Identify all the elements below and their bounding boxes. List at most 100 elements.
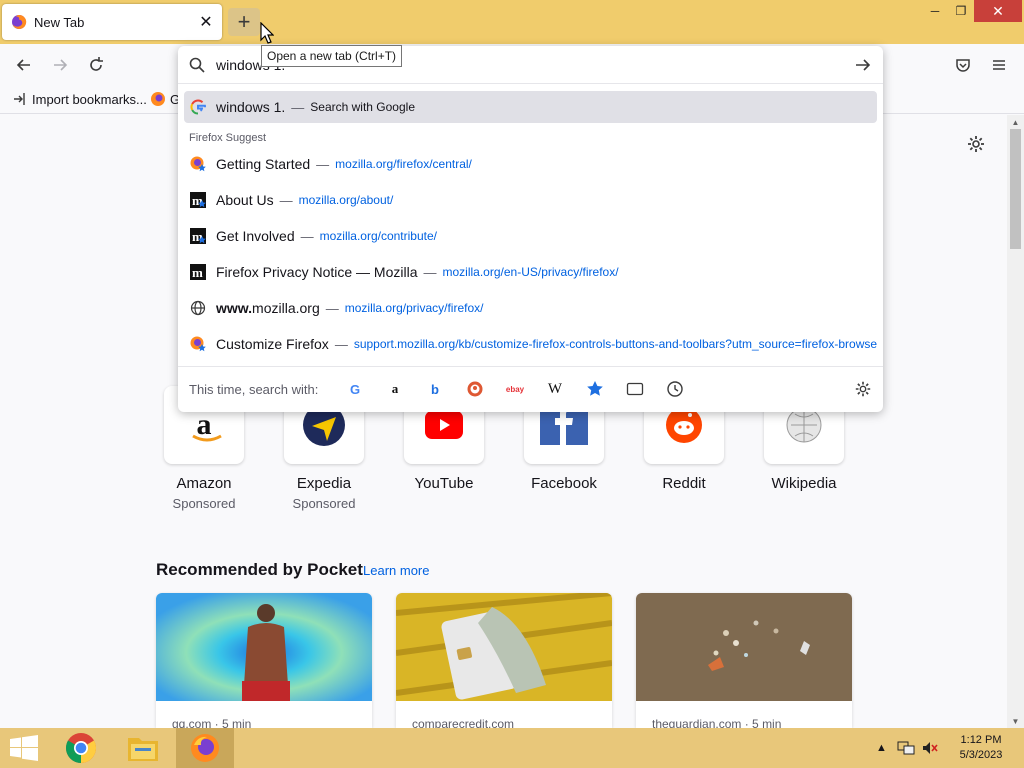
svg-text:m: m bbox=[192, 265, 203, 280]
windows-logo-icon bbox=[10, 735, 38, 761]
sponsored-label: Sponsored bbox=[292, 496, 356, 511]
top-site-label: Facebook bbox=[531, 475, 597, 492]
volume-muted-icon[interactable] bbox=[921, 728, 939, 768]
mozilla-m-icon: m bbox=[190, 228, 206, 244]
suggestion-title: Get Involved bbox=[216, 228, 295, 244]
one-off-search-bar: This time, search with: G a b ebay W bbox=[178, 366, 883, 412]
suggestion-title: Getting Started bbox=[216, 156, 311, 172]
globe-icon bbox=[190, 300, 206, 316]
clock-time: 1:12 PM bbox=[960, 734, 1002, 746]
tabs-icon[interactable] bbox=[626, 380, 644, 398]
ebay-icon[interactable]: ebay bbox=[506, 380, 524, 398]
card-image bbox=[156, 593, 372, 701]
google-icon bbox=[190, 99, 206, 115]
duckduckgo-glyph bbox=[467, 381, 483, 397]
google-icon[interactable]: G bbox=[346, 380, 364, 398]
suggestion-item[interactable]: Customize Firefox — support.mozilla.org/… bbox=[184, 328, 877, 360]
page-scrollbar[interactable]: ▲ ▼ bbox=[1007, 115, 1024, 728]
taskbar-chrome[interactable] bbox=[52, 728, 110, 768]
card-source: theguardian.com · 5 min bbox=[652, 717, 782, 728]
suggestion-url: mozilla.org/privacy/firefox/ bbox=[344, 301, 484, 315]
mozilla-m-icon: m bbox=[190, 192, 206, 208]
youtube-icon bbox=[425, 411, 463, 439]
suggestion-title: www.mozilla.org bbox=[216, 300, 320, 316]
suggestion-title-match: www. bbox=[216, 300, 253, 316]
go-arrow-icon[interactable] bbox=[853, 55, 873, 75]
chrome-icon bbox=[65, 733, 97, 763]
search-settings-gear-icon[interactable] bbox=[854, 380, 872, 398]
new-tab-button[interactable]: + bbox=[228, 8, 260, 36]
duckduckgo-icon[interactable] bbox=[466, 380, 484, 398]
suggestion-url: support.mozilla.org/kb/customize-firefox… bbox=[353, 337, 877, 351]
history-icon[interactable] bbox=[666, 380, 684, 398]
pocket-learn-more-link[interactable]: Learn more bbox=[363, 563, 429, 578]
reload-button[interactable] bbox=[85, 54, 107, 76]
import-bookmarks-button[interactable]: Import bookmarks... bbox=[12, 91, 147, 107]
start-button[interactable] bbox=[0, 728, 48, 768]
firefox-icon bbox=[12, 14, 27, 29]
suggestion-title: Firefox Privacy Notice — Mozilla bbox=[216, 264, 418, 280]
suggestion-item[interactable]: Getting Started — mozilla.org/firefox/ce… bbox=[184, 148, 877, 180]
suggestion-action: Search with Google bbox=[310, 100, 415, 114]
one-off-label: This time, search with: bbox=[189, 382, 319, 397]
suggestion-item[interactable]: m Firefox Privacy Notice — Mozilla — moz… bbox=[184, 256, 877, 288]
card-image bbox=[396, 593, 612, 701]
pocket-card[interactable]: comparecredit.com bbox=[396, 593, 612, 728]
app-menu-button[interactable] bbox=[988, 54, 1010, 76]
taskbar-file-explorer[interactable] bbox=[114, 728, 172, 768]
firefox-icon bbox=[191, 734, 219, 762]
suggestion-item[interactable]: m Get Involved — mozilla.org/contribute/ bbox=[184, 220, 877, 252]
card-image bbox=[636, 593, 852, 701]
tab-title: New Tab bbox=[34, 14, 85, 30]
suggestion-item[interactable]: www.mozilla.org — mozilla.org/privacy/fi… bbox=[184, 292, 877, 324]
wikipedia-icon[interactable]: W bbox=[546, 380, 564, 398]
suggestion-title-rest: mozilla.org bbox=[252, 300, 320, 316]
pocket-button[interactable] bbox=[952, 54, 974, 76]
amazon-icon[interactable]: a bbox=[386, 380, 404, 398]
tab-close-icon[interactable]: ✕ bbox=[196, 12, 216, 32]
pocket-icon bbox=[956, 59, 970, 72]
suggestion-item[interactable]: m About Us — mozilla.org/about/ bbox=[184, 184, 877, 216]
new-tab-tooltip: Open a new tab (Ctrl+T) bbox=[261, 45, 403, 67]
tab-new-tab[interactable]: New Tab ✕ bbox=[2, 4, 222, 40]
scrollbar-thumb[interactable] bbox=[1010, 129, 1021, 249]
hamburger-menu-icon bbox=[993, 60, 1005, 70]
firefox-bookmark-icon bbox=[190, 156, 206, 172]
separator: — bbox=[334, 336, 348, 352]
suggestion-title: Customize Firefox bbox=[216, 336, 329, 352]
pocket-card[interactable]: theguardian.com · 5 min bbox=[636, 593, 852, 728]
pocket-card[interactable]: gq.com · 5 min bbox=[156, 593, 372, 728]
scroll-down-arrow-icon[interactable]: ▼ bbox=[1007, 714, 1024, 728]
separator: — bbox=[291, 99, 305, 115]
import-icon bbox=[14, 93, 25, 105]
back-button[interactable] bbox=[13, 54, 35, 76]
restore-button[interactable]: ❐ bbox=[946, 0, 976, 22]
taskbar-firefox[interactable] bbox=[176, 728, 234, 768]
taskbar: ▲ 1:12 PM 5/3/2023 bbox=[0, 728, 1024, 768]
search-icon bbox=[189, 57, 205, 73]
tray-overflow-arrow-icon[interactable]: ▲ bbox=[876, 728, 887, 768]
clock-date: 5/3/2023 bbox=[959, 749, 1003, 761]
mozilla-m-icon: m bbox=[190, 264, 206, 280]
bookmarks-star-icon[interactable] bbox=[586, 380, 604, 398]
separator: — bbox=[316, 156, 330, 172]
forward-arrow-icon bbox=[54, 59, 68, 71]
forward-button[interactable] bbox=[49, 54, 71, 76]
network-icon[interactable] bbox=[897, 728, 915, 768]
card-source: comparecredit.com bbox=[412, 717, 515, 728]
urlbar-dropdown: windows 1. windows 1. — Search with Goog… bbox=[178, 46, 883, 412]
mouse-cursor-icon bbox=[260, 22, 274, 44]
scroll-up-arrow-icon[interactable]: ▲ bbox=[1007, 115, 1024, 129]
tabs-glyph bbox=[626, 382, 644, 396]
personalize-gear-icon[interactable] bbox=[966, 134, 986, 154]
suggestion-search-google[interactable]: windows 1. — Search with Google bbox=[184, 91, 877, 123]
suggestion-url: mozilla.org/firefox/central/ bbox=[335, 157, 472, 171]
suggestion-title: windows 1. bbox=[216, 99, 286, 115]
bing-icon[interactable]: b bbox=[426, 380, 444, 398]
suggestion-url: mozilla.org/en-US/privacy/firefox/ bbox=[442, 265, 619, 279]
system-clock[interactable]: 1:12 PM 5/3/2023 bbox=[950, 733, 1012, 763]
top-site-label: Reddit bbox=[662, 475, 706, 492]
firefox-icon bbox=[151, 92, 165, 106]
close-window-button[interactable]: ✕ bbox=[974, 0, 1022, 22]
bookmark-item[interactable]: G bbox=[150, 91, 180, 107]
